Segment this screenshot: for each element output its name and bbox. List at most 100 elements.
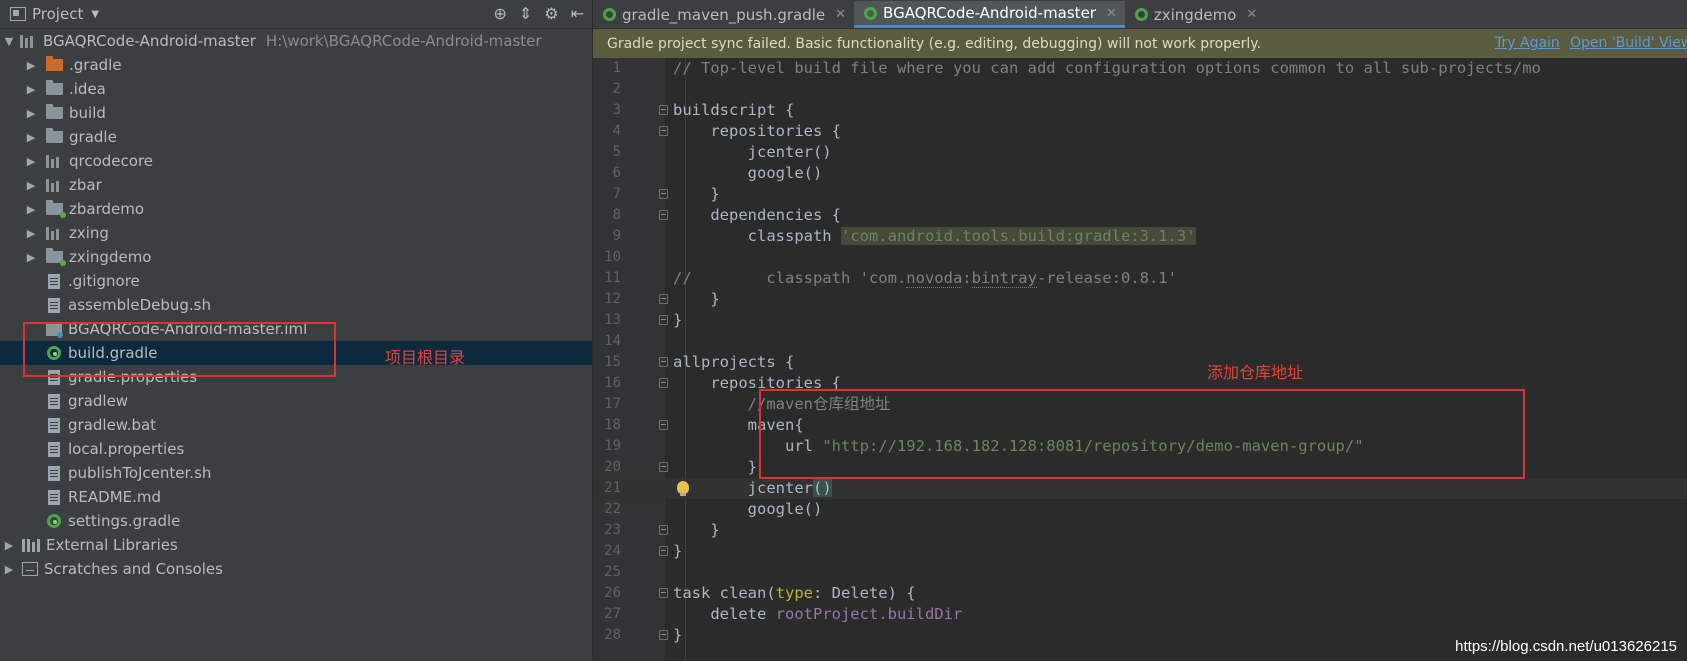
tree-item-qrcodecore[interactable]: ▶ qrcodecore xyxy=(0,149,592,173)
collapsed-arrow-icon[interactable]: ▶ xyxy=(26,251,36,264)
collapsed-arrow-icon[interactable]: ▶ xyxy=(4,563,14,576)
annotation-label-repo: 添加仓库地址 xyxy=(1207,363,1304,382)
tree-item-iml[interactable]: BGAQRCode-Android-master.iml xyxy=(0,317,592,341)
code-token: : xyxy=(962,269,972,287)
tree-item-gradle-dir[interactable]: ▶ .gradle xyxy=(0,53,592,77)
line-number: 14 xyxy=(604,333,621,349)
code-line: 16 repositories { xyxy=(593,373,1687,394)
close-icon[interactable]: ✕ xyxy=(1246,7,1257,22)
gradle-icon xyxy=(47,514,61,528)
folder-icon xyxy=(46,80,63,95)
locate-icon[interactable]: ⊕ xyxy=(493,4,506,23)
tree-item-label: settings.gradle xyxy=(68,512,181,530)
file-icon xyxy=(48,297,60,313)
line-number: 26 xyxy=(604,585,621,601)
collapse-all-icon[interactable]: ⇕ xyxy=(519,4,532,23)
tree-item-label: zxingdemo xyxy=(69,248,152,266)
tab-gradle-maven-push[interactable]: gradle_maven_push.gradle ✕ xyxy=(593,1,854,28)
tree-item-idea[interactable]: ▶ .idea xyxy=(0,77,592,101)
chevron-down-icon[interactable]: ▼ xyxy=(91,9,99,20)
folder-icon xyxy=(46,128,63,143)
code-text: // Top-level build file where you can ad… xyxy=(673,59,1541,77)
fold-icon[interactable] xyxy=(659,588,668,598)
code-area[interactable]: 1 // Top-level build file where you can a… xyxy=(593,58,1687,661)
fold-icon[interactable] xyxy=(659,525,668,535)
code-text: //maven仓库组地址 xyxy=(673,395,891,413)
tree-item-label: zbar xyxy=(69,176,102,194)
collapsed-arrow-icon[interactable]: ▶ xyxy=(26,107,36,120)
tree-item-gitignore[interactable]: .gitignore xyxy=(0,269,592,293)
tree-item-scratches[interactable]: ▶ Scratches and Consoles xyxy=(0,557,592,581)
tab-zxingdemo[interactable]: zxingdemo ✕ xyxy=(1125,1,1265,28)
tree-item-settings-gradle[interactable]: settings.gradle xyxy=(0,509,592,533)
tree-item-readme[interactable]: README.md xyxy=(0,485,592,509)
gear-icon[interactable]: ⚙ xyxy=(544,4,558,23)
code-line: 8 dependencies { xyxy=(593,205,1687,226)
fold-icon[interactable] xyxy=(659,357,668,367)
tree-item-zxingdemo[interactable]: ▶ zxingdemo xyxy=(0,245,592,269)
tree-item-gradlew-bat[interactable]: gradlew.bat xyxy=(0,413,592,437)
fold-icon[interactable] xyxy=(659,105,668,115)
close-icon[interactable]: ✕ xyxy=(835,7,846,22)
fold-icon[interactable] xyxy=(659,315,668,325)
collapsed-arrow-icon[interactable]: ▶ xyxy=(26,59,36,72)
code-text: maven{ xyxy=(673,416,804,434)
tree-item-label: local.properties xyxy=(68,440,185,458)
tree-item-zxing[interactable]: ▶ zxing xyxy=(0,221,592,245)
tree-item-gradle-properties[interactable]: gradle.properties xyxy=(0,365,592,389)
tree-item-label: .gitignore xyxy=(68,272,140,290)
code-text: } xyxy=(673,290,720,308)
collapsed-arrow-icon[interactable]: ▶ xyxy=(26,155,36,168)
fold-icon[interactable] xyxy=(659,294,668,304)
expanded-arrow-icon[interactable]: ▼ xyxy=(4,35,14,48)
collapsed-arrow-icon[interactable]: ▶ xyxy=(26,227,36,240)
project-module-icon xyxy=(20,34,37,48)
try-again-link[interactable]: Try Again xyxy=(1495,35,1560,51)
open-build-view-link[interactable]: Open 'Build' View xyxy=(1570,35,1687,51)
collapsed-arrow-icon[interactable]: ▶ xyxy=(26,131,36,144)
collapsed-arrow-icon[interactable]: ▶ xyxy=(26,179,36,192)
tree-item-assembledebug[interactable]: assembleDebug.sh xyxy=(0,293,592,317)
collapsed-arrow-icon[interactable]: ▶ xyxy=(26,83,36,96)
code-token: bintray xyxy=(971,269,1037,288)
fold-icon[interactable] xyxy=(659,189,668,199)
line-number: 20 xyxy=(604,459,621,475)
tree-item-build-gradle[interactable]: build.gradle xyxy=(0,341,592,365)
folder-icon xyxy=(46,104,63,119)
fold-icon[interactable] xyxy=(659,126,668,136)
line-number: 1 xyxy=(612,60,621,76)
code-line: 7 } xyxy=(593,184,1687,205)
tree-item-zbardemo[interactable]: ▶ zbardemo xyxy=(0,197,592,221)
tree-item-publish[interactable]: publishToJcenter.sh xyxy=(0,461,592,485)
line-number: 13 xyxy=(604,312,621,328)
fold-icon[interactable] xyxy=(659,630,668,640)
module-icon xyxy=(46,178,63,192)
tree-item-gradle[interactable]: ▶ gradle xyxy=(0,125,592,149)
tab-bgaqrcode[interactable]: BGAQRCode-Android-master ✕ xyxy=(854,1,1125,28)
line-number: 19 xyxy=(604,438,621,454)
tree-item-build[interactable]: ▶ build xyxy=(0,101,592,125)
project-panel-title: Project xyxy=(32,5,84,23)
tree-root[interactable]: ▼ BGAQRCode-Android-master H:\work\BGAQR… xyxy=(0,29,592,53)
hide-panel-icon[interactable]: ⇤ xyxy=(571,4,584,23)
line-number: 27 xyxy=(604,606,621,622)
fold-icon[interactable] xyxy=(659,378,668,388)
project-panel-header[interactable]: Project ▼ ⊕ ⇕ ⚙ ⇤ xyxy=(0,0,592,29)
fold-icon[interactable] xyxy=(659,210,668,220)
close-icon[interactable]: ✕ xyxy=(1106,6,1117,21)
tree-item-gradlew[interactable]: gradlew xyxy=(0,389,592,413)
code-line: 1 // Top-level build file where you can a… xyxy=(593,58,1687,79)
collapsed-arrow-icon[interactable]: ▶ xyxy=(4,539,14,552)
code-token: .buildDir xyxy=(878,605,963,623)
line-number: 25 xyxy=(604,564,621,580)
collapsed-arrow-icon[interactable]: ▶ xyxy=(26,203,36,216)
code-line: 17 //maven仓库组地址 xyxy=(593,394,1687,415)
tree-item-zbar[interactable]: ▶ zbar xyxy=(0,173,592,197)
code-line: 26 task clean(type: Delete) { xyxy=(593,583,1687,604)
fold-icon[interactable] xyxy=(659,546,668,556)
tree-item-local-properties[interactable]: local.properties xyxy=(0,437,592,461)
fold-icon[interactable] xyxy=(659,420,668,430)
editor-tabbar: gradle_maven_push.gradle ✕ BGAQRCode-And… xyxy=(593,0,1687,29)
tree-item-external-libraries[interactable]: ▶ External Libraries xyxy=(0,533,592,557)
fold-icon[interactable] xyxy=(659,462,668,472)
